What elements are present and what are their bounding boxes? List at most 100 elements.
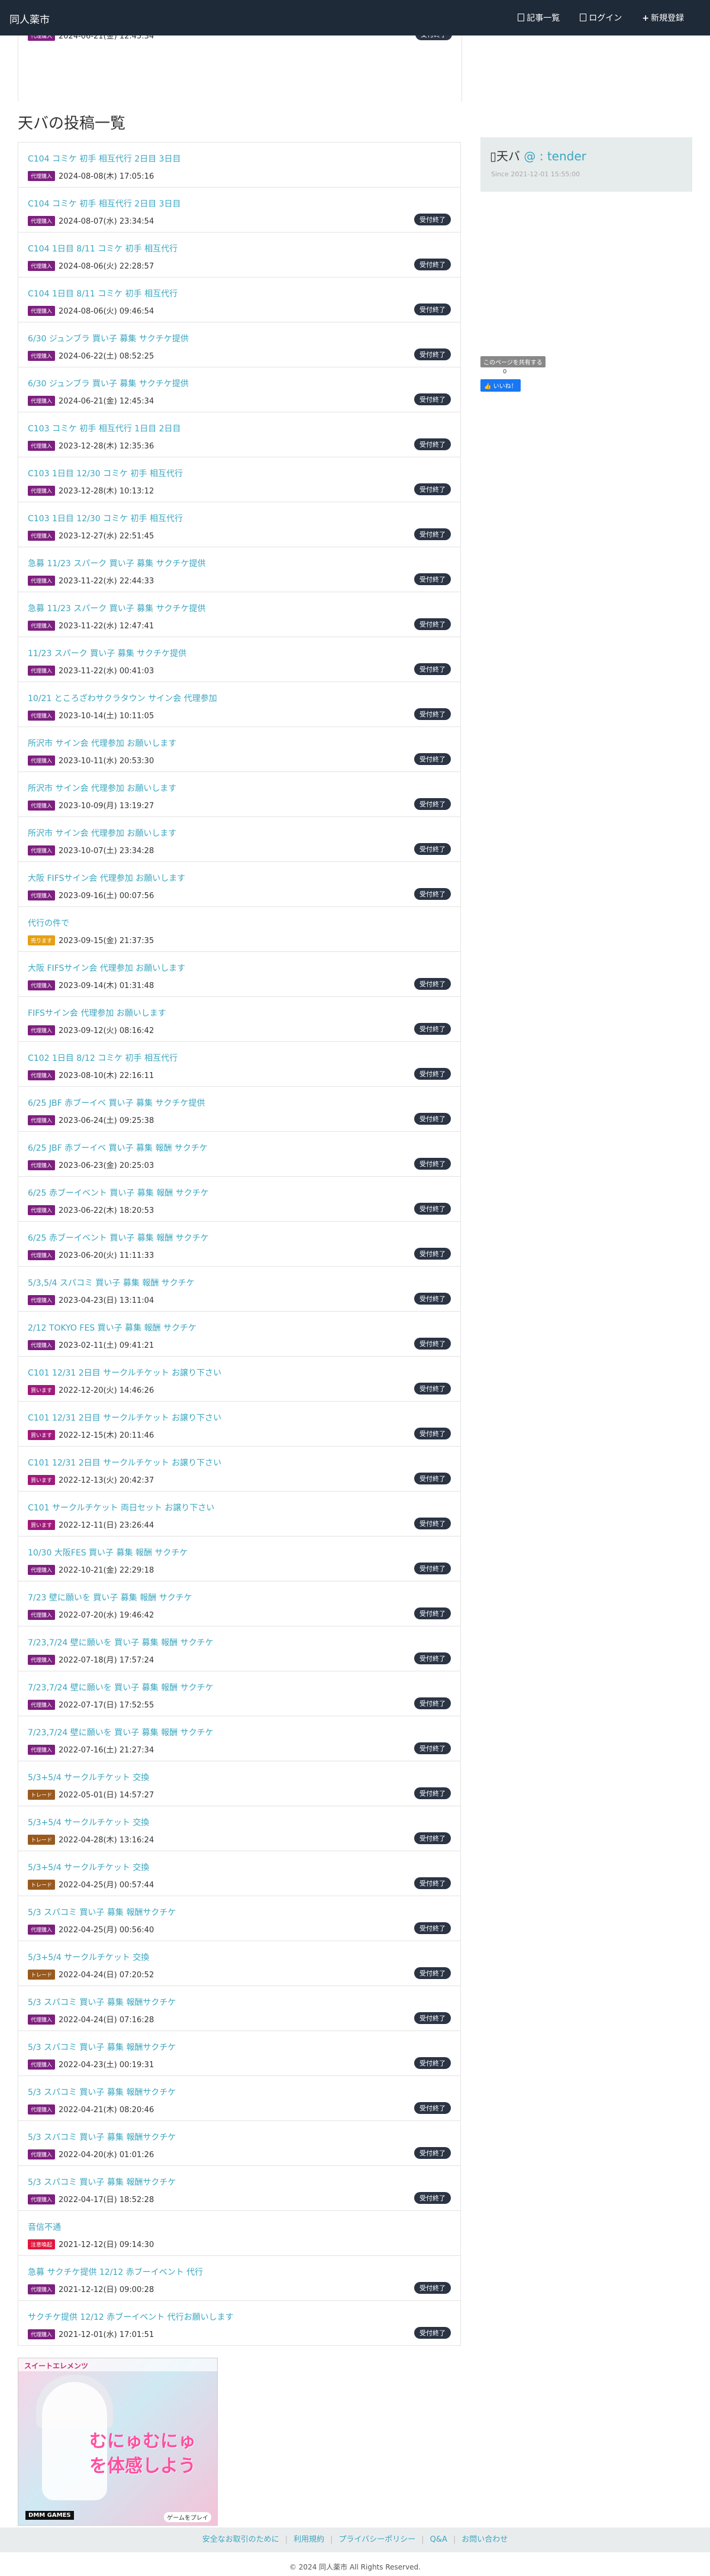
- post-title-link[interactable]: 大阪 FIFSサイン会 代理参加 お願いします: [28, 872, 185, 884]
- post-date: 2022-04-24(日) 07:16:28: [59, 2016, 154, 2025]
- post-title-link[interactable]: 7/23,7/24 壁に願いを 買い子 募集 報酬 サクチケ: [28, 1726, 214, 1738]
- thumbs-up-icon: 👍: [484, 383, 492, 390]
- post-title-link[interactable]: 5/3 スパコミ 買い子 募集 報酬サクチケ: [28, 2131, 176, 2143]
- post-title-link[interactable]: 6/25 赤ブーイベント 買い子 募集 報酬 サクチケ: [28, 1232, 209, 1244]
- ad-play-button[interactable]: ゲームをプレイ: [164, 2512, 211, 2522]
- post-title-link[interactable]: 11/23 スパーク 買い子 募集 サクチケ提供: [28, 647, 186, 659]
- post-title-link[interactable]: C101 12/31 2日目 サークルチケット お譲り下さい: [28, 1457, 221, 1468]
- post-title-link[interactable]: 所沢市 サイン会 代理参加 お願いします: [28, 782, 176, 794]
- post-title-link[interactable]: 所沢市 サイン会 代理参加 お願いします: [28, 737, 176, 749]
- post-title-link[interactable]: C101 12/31 2日目 サークルチケット お譲り下さい: [28, 1412, 221, 1423]
- post-meta: 代理購入 2024-06-22(土) 08:52:25: [28, 350, 154, 361]
- status-badge: 受付終了: [414, 304, 451, 315]
- category-badge: 代理購入: [28, 1250, 56, 1260]
- post-item: C101 12/31 2日目 サークルチケット お譲り下さい 買います 2022-1…: [18, 1401, 460, 1446]
- like-button[interactable]: 👍 いいね！: [480, 379, 521, 392]
- post-title-link[interactable]: 5/3+5/4 サークルチケット 交換: [28, 1951, 149, 1963]
- status-badge: 受付終了: [414, 843, 451, 855]
- post-title-link[interactable]: 10/21 ところざわサクラタウン サイン会 代理参加: [28, 692, 217, 704]
- post-date: 2022-04-23(土) 00:19:31: [59, 2061, 154, 2070]
- category-badge: 代理購入: [28, 980, 56, 990]
- post-title-link[interactable]: C104 1日目 8/11 コミケ 初手 相互代行: [28, 288, 178, 299]
- site-brand[interactable]: 同人薬市: [9, 11, 50, 26]
- post-date: 2023-06-24(土) 09:25:38: [59, 1116, 154, 1125]
- post-title-link[interactable]: C103 コミケ 初手 相互代行 1日目 2日目: [28, 422, 181, 434]
- post-title-link[interactable]: 6/30 ジュンブラ 買い子 募集 サクチケ提供: [28, 377, 189, 389]
- post-title-link[interactable]: 2/12 TOKYO FES 買い子 募集 報酬 サクチケ: [28, 1322, 196, 1334]
- post-title-link[interactable]: C104 コミケ 初手 相互代行 2日目 3日目: [28, 153, 181, 164]
- category-badge: 代理購入: [28, 1925, 56, 1935]
- category-badge: トレード: [28, 1790, 56, 1800]
- post-title-link[interactable]: C101 12/31 2日目 サークルチケット お譲り下さい: [28, 1367, 221, 1379]
- post-item: 6/25 JBF 赤ブーイベ 買い子 募集 報酬 サクチケ 代理購入 2023-06…: [18, 1131, 460, 1176]
- post-meta: 代理購入 2023-06-24(土) 09:25:38: [28, 1114, 154, 1125]
- post-title-link[interactable]: 急募 11/23 スパーク 買い子 募集 サクチケ提供: [28, 557, 206, 569]
- post-date: 2022-04-20(水) 01:01:26: [59, 2151, 154, 2159]
- post-meta: 代理購入 2023-11-22(水) 12:47:41: [28, 619, 154, 631]
- post-meta: 代理購入 2024-06-21(金) 12:45:34: [28, 35, 154, 41]
- post-title-link[interactable]: 7/23,7/24 壁に願いを 買い子 募集 報酬 サクチケ: [28, 1636, 214, 1648]
- post-item: 5/3,5/4 スパコミ 買い子 募集 報酬 サクチケ 代理購入 2023-04-2…: [18, 1266, 460, 1311]
- footer-link[interactable]: プライバシーポリシー: [339, 2535, 416, 2544]
- post-title-link[interactable]: 5/3+5/4 サークルチケット 交換: [28, 1816, 149, 1828]
- post-title-link[interactable]: 5/3 スパコミ 買い子 募集 報酬サクチケ: [28, 2176, 176, 2188]
- scrolled-list-preview: 6/30 ジュンブラ 買い子 募集 サクチケ提供代理購入2024-06-22(土…: [18, 35, 462, 102]
- footer-link[interactable]: 安全なお取引のために: [202, 2535, 279, 2544]
- post-title-link[interactable]: 7/23,7/24 壁に願いを 買い子 募集 報酬 サクチケ: [28, 1681, 214, 1693]
- nav-register-link[interactable]: + 新規登録: [642, 12, 684, 24]
- post-item: 代行の件で 売ります 2023-09-15(金) 21:37:35: [18, 906, 460, 951]
- nav-articles-link[interactable]: 記事一覧: [518, 12, 560, 24]
- user-icon: ▯: [490, 149, 497, 163]
- post-title-link[interactable]: 5/3+5/4 サークルチケット 交換: [28, 1861, 149, 1873]
- post-title-link[interactable]: C101 サークルチケット 両日セット お譲り下さい: [28, 1502, 214, 1513]
- post-title-link[interactable]: 5/3 スパコミ 買い子 募集 報酬サクチケ: [28, 2041, 176, 2053]
- status-badge: 受付終了: [414, 1967, 451, 1979]
- post-item: C103 コミケ 初手 相互代行 1日目 2日目 代理購入 2023-12-28(木…: [18, 412, 460, 457]
- post-date: 2022-04-21(木) 08:20:46: [59, 2106, 154, 2115]
- category-badge: 代理購入: [28, 1565, 56, 1575]
- post-title-link[interactable]: 所沢市 サイン会 代理参加 お願いします: [28, 827, 176, 839]
- post-title-link[interactable]: C102 1日目 8/12 コミケ 初手 相互代行: [28, 1052, 178, 1064]
- post-item: 5/3 スパコミ 買い子 募集 報酬サクチケ 代理購入 2022-04-17(日) …: [18, 2165, 460, 2210]
- post-title-link[interactable]: 6/25 赤ブーイベント 買い子 募集 報酬 サクチケ: [28, 1187, 209, 1199]
- post-title-link[interactable]: 音信不通: [28, 2221, 61, 2233]
- post-title-link[interactable]: C103 1日目 12/30 コミケ 初手 相互代行: [28, 467, 183, 479]
- category-badge: 代理購入: [28, 486, 56, 496]
- post-title-link[interactable]: 6/25 JBF 赤ブーイベ 買い子 募集 報酬 サクチケ: [28, 1142, 208, 1154]
- footer-link[interactable]: お問い合わせ: [462, 2535, 508, 2544]
- post-item: 7/23,7/24 壁に願いを 買い子 募集 報酬 サクチケ 代理購入 2022-0…: [18, 1626, 460, 1671]
- post-item: 5/3+5/4 サークルチケット 交換 トレード 2022-04-25(月) 00:…: [18, 1851, 460, 1896]
- post-title-link[interactable]: 急募 サクチケ提供 12/12 赤ブーイベント 代行: [28, 2266, 203, 2278]
- post-title-link[interactable]: 7/23 壁に願いを 買い子 募集 報酬 サクチケ: [28, 1592, 192, 1603]
- post-title-link[interactable]: 5/3 スパコミ 買い子 募集 報酬サクチケ: [28, 1996, 176, 2008]
- status-badge: 受付終了: [414, 1248, 451, 1260]
- ad-header: スイートエレメンツ: [24, 2362, 89, 2370]
- post-title-link[interactable]: 急募 11/23 スパーク 買い子 募集 サクチケ提供: [28, 602, 206, 614]
- post-title-link[interactable]: 5/3+5/4 サークルチケット 交換: [28, 1771, 149, 1783]
- post-title-link[interactable]: サクチケ提供 12/12 赤ブーイベント 代行お願いします: [28, 2311, 234, 2323]
- post-title-link[interactable]: 5/3 スパコミ 買い子 募集 報酬サクチケ: [28, 2086, 176, 2098]
- post-meta: 代理購入 2023-12-28(木) 12:35:36: [28, 440, 154, 451]
- post-title-link[interactable]: 代行の件で: [28, 917, 69, 929]
- post-meta: 代理購入 2022-07-17(日) 17:52:55: [28, 1699, 154, 1710]
- login-icon: [580, 14, 587, 21]
- post-meta: 代理購入 2022-04-20(水) 01:01:26: [28, 2148, 154, 2159]
- ad-banner[interactable]: スイートエレメンツ むにゅむにゅを体感しよう DMM GAMES ゲームをプレイ: [18, 2358, 218, 2526]
- post-title-link[interactable]: 10/30 大阪FES 買い子 募集 報酬 サクチケ: [28, 1547, 188, 1558]
- post-title-link[interactable]: 大阪 FIFSサイン会 代理参加 お願いします: [28, 962, 185, 974]
- status-badge: 受付終了: [414, 528, 451, 540]
- post-title-link[interactable]: C104 コミケ 初手 相互代行 2日目 3日目: [28, 198, 181, 209]
- post-date: 2023-12-28(木) 10:13:12: [59, 487, 154, 496]
- post-title-link[interactable]: C104 1日目 8/11 コミケ 初手 相互代行: [28, 243, 178, 254]
- post-title-link[interactable]: 5/3,5/4 スパコミ 買い子 募集 報酬 サクチケ: [28, 1277, 195, 1289]
- footer-link[interactable]: 利用規約: [293, 2535, 324, 2544]
- nav-login-link[interactable]: ログイン: [580, 12, 622, 24]
- category-badge: 代理購入: [28, 171, 56, 181]
- post-title-link[interactable]: FIFSサイン会 代理参加 お願いします: [28, 1007, 166, 1019]
- post-title-link[interactable]: 6/25 JBF 赤ブーイベ 買い子 募集 サクチケ提供: [28, 1097, 205, 1109]
- status-badge: 受付終了: [414, 978, 451, 990]
- post-title-link[interactable]: 6/30 ジュンブラ 買い子 募集 サクチケ提供: [28, 333, 189, 344]
- post-title-link[interactable]: C103 1日目 12/30 コミケ 初手 相互代行: [28, 512, 183, 524]
- post-title-link[interactable]: 5/3 スパコミ 買い子 募集 報酬サクチケ: [28, 1906, 176, 1918]
- footer-link[interactable]: Q&A: [430, 2535, 447, 2544]
